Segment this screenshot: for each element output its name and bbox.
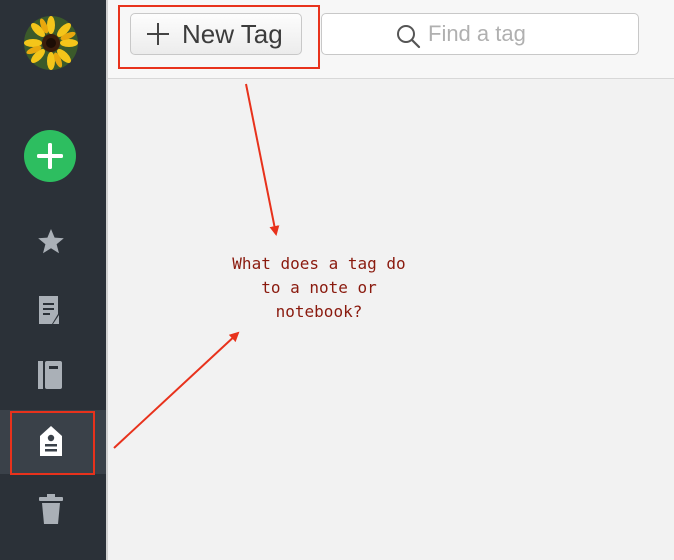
arrow-from-new-tag [245,83,280,236]
arrow-from-tags [113,331,240,449]
annotation-arrows [113,83,280,449]
